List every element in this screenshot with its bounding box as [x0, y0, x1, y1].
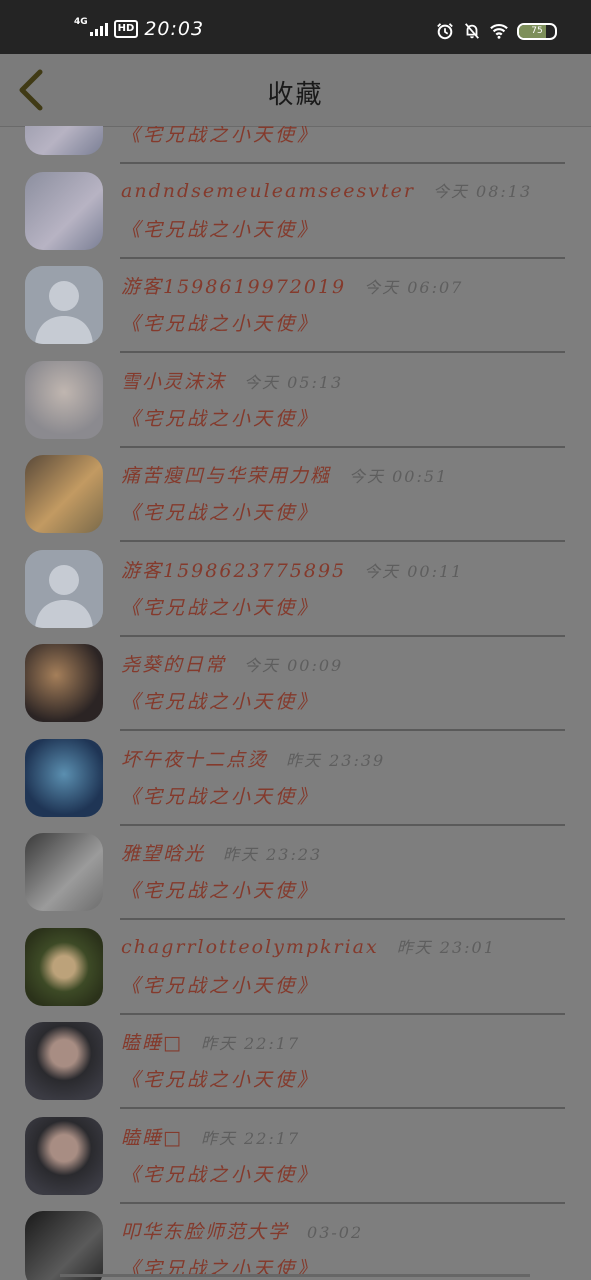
avatar[interactable] — [25, 644, 103, 722]
book-title-link[interactable]: 《宅兄战之小天使》 — [121, 498, 319, 525]
timestamp: 今天 00:51 — [349, 467, 449, 486]
book-title-link[interactable]: 《宅兄战之小天使》 — [121, 1065, 319, 1092]
item-header: 叩华东脸师范大学 03-02 — [121, 1217, 363, 1244]
list-item[interactable]: 瞌睡□ 昨天 22:17 《宅兄战之小天使》 — [0, 1102, 591, 1204]
list-item[interactable]: 尧葵的日常 今天 00:09 《宅兄战之小天使》 — [0, 629, 591, 731]
battery-level: 75 — [531, 25, 543, 36]
battery-icon: 75 — [517, 22, 557, 40]
book-title-link[interactable]: 《宅兄战之小天使》 — [121, 404, 319, 431]
book-title-link[interactable]: 《宅兄战之小天使》 — [121, 215, 319, 242]
timestamp: 03-02 — [307, 1223, 364, 1242]
timestamp: 今天 05:13 — [244, 372, 344, 392]
list-item[interactable]: chagrrlotteolympkriax 昨天 23:01 《宅兄战之小天使》 — [0, 913, 591, 1015]
item-header: 瞌睡□ 昨天 22:17 — [121, 1123, 300, 1150]
timestamp: 昨天 22:17 — [200, 1128, 301, 1148]
book-title-link[interactable]: 《宅兄战之小天使》 — [121, 309, 319, 336]
avatar[interactable] — [25, 1022, 103, 1100]
username[interactable]: andndsemeuleamseesvter — [121, 180, 415, 202]
network-type: 4G — [74, 17, 88, 27]
timestamp: 今天 08:13 — [432, 181, 533, 201]
alarm-icon — [437, 23, 453, 40]
item-header: 雅望晗光 昨天 23:23 — [121, 839, 322, 866]
book-title-link[interactable]: 《宅兄战之小天使》 — [121, 876, 319, 903]
timestamp: 昨天 23:23 — [223, 845, 323, 864]
status-right: 75 — [436, 22, 557, 40]
timestamp: 今天 00:11 — [364, 561, 464, 581]
screen: 4G HD 20:03 75 收藏 《宅兄战之小天使》 andndsemeule… — [0, 0, 591, 1280]
page-title: 收藏 — [267, 80, 324, 110]
list-item[interactable]: 雪小灵沫沫 今天 05:13 《宅兄战之小天使》 — [0, 346, 591, 448]
username[interactable]: 坏午夜十二点烫 — [121, 749, 268, 771]
avatar[interactable] — [25, 455, 103, 533]
app-header: 收藏 — [0, 54, 591, 127]
book-title-link[interactable]: 《宅兄战之小天使》 — [121, 687, 319, 714]
timestamp: 昨天 22:17 — [200, 1034, 301, 1053]
item-header: 坏午夜十二点烫 昨天 23:39 — [121, 745, 385, 772]
timestamp: 今天 06:07 — [364, 278, 464, 297]
wifi-icon — [490, 24, 508, 39]
timestamp: 昨天 23:01 — [396, 937, 496, 957]
item-header: 游客1598619972019 今天 06:07 — [121, 272, 463, 299]
username[interactable]: 游客1598623775895 — [121, 560, 346, 582]
status-bar: 4G HD 20:03 75 — [0, 0, 591, 54]
list-item[interactable]: 叩华东脸师范大学 03-02 《宅兄战之小天使》 — [0, 1196, 591, 1280]
status-left: 4G HD 20:03 — [74, 17, 205, 40]
timestamp: 今天 00:09 — [244, 656, 344, 675]
scroll-indicator — [60, 1274, 530, 1277]
username[interactable]: 雅望晗光 — [121, 843, 205, 865]
item-header: chagrrlotteolympkriax 昨天 23:01 — [121, 934, 496, 958]
avatar[interactable] — [25, 266, 103, 344]
avatar[interactable] — [25, 126, 103, 155]
book-title-link[interactable]: 《宅兄战之小天使》 — [121, 971, 319, 998]
book-title-link[interactable]: 《宅兄战之小天使》 — [121, 593, 319, 620]
item-header: 尧葵的日常 今天 00:09 — [121, 650, 343, 677]
timestamp: 昨天 23:39 — [286, 750, 386, 770]
username[interactable]: 叩华东脸师范大学 — [121, 1221, 289, 1243]
book-title-link[interactable]: 《宅兄战之小天使》 — [121, 782, 319, 809]
signal-icon — [89, 22, 108, 36]
book-title-link[interactable]: 《宅兄战之小天使》 — [121, 126, 319, 147]
default-user-icon — [25, 266, 103, 344]
list-item[interactable]: andndsemeuleamseesvter 今天 08:13 《宅兄战之小天使》 — [0, 157, 591, 259]
item-header: 瞌睡□ 昨天 22:17 — [121, 1028, 300, 1055]
list-item[interactable]: 痛苦瘦凹与华荣用力糨 今天 00:51 《宅兄战之小天使》 — [0, 440, 591, 542]
item-header: 雪小灵沫沫 今天 05:13 — [121, 367, 343, 394]
list-item[interactable]: 游客1598619972019 今天 06:07 《宅兄战之小天使》 — [0, 251, 591, 353]
username[interactable]: 雪小灵沫沫 — [121, 371, 226, 393]
avatar[interactable] — [25, 171, 103, 250]
hd-badge: HD — [113, 20, 139, 38]
username[interactable]: 痛苦瘦凹与华荣用力糨 — [121, 465, 331, 487]
status-time: 20:03 — [144, 18, 205, 40]
list-item[interactable]: 雅望晗光 昨天 23:23 《宅兄战之小天使》 — [0, 818, 591, 920]
avatar[interactable] — [25, 1211, 103, 1280]
username[interactable]: chagrrlotteolympkriax — [121, 936, 379, 958]
username[interactable]: 瞌睡□ — [121, 1127, 183, 1149]
item-header: 痛苦瘦凹与华荣用力糨 今天 00:51 — [121, 461, 448, 488]
item-header: 游客1598623775895 今天 00:11 — [121, 556, 463, 583]
list-item[interactable]: 坏午夜十二点烫 昨天 23:39 《宅兄战之小天使》 — [0, 724, 591, 826]
username[interactable]: 尧葵的日常 — [121, 654, 226, 676]
avatar[interactable] — [25, 360, 103, 439]
list-item[interactable]: 《宅兄战之小天使》 — [0, 126, 591, 164]
favorites-list[interactable]: 《宅兄战之小天使》 andndsemeuleamseesvter 今天 08:13 《… — [0, 126, 591, 1280]
item-header: andndsemeuleamseesvter 今天 08:13 — [121, 178, 532, 202]
username[interactable]: 瞌睡□ — [121, 1032, 183, 1054]
book-title-link[interactable]: 《宅兄战之小天使》 — [121, 1160, 319, 1187]
list-item[interactable]: 瞌睡□ 昨天 22:17 《宅兄战之小天使》 — [0, 1007, 591, 1109]
avatar[interactable] — [25, 549, 103, 628]
list-item[interactable]: 游客1598623775895 今天 00:11 《宅兄战之小天使》 — [0, 535, 591, 637]
avatar[interactable] — [25, 833, 103, 911]
mute-bell-icon — [465, 23, 479, 39]
avatar[interactable] — [25, 927, 103, 1006]
default-user-icon — [25, 549, 103, 628]
username[interactable]: 游客1598619972019 — [121, 276, 346, 298]
avatar[interactable] — [25, 738, 103, 817]
avatar[interactable] — [25, 1116, 103, 1195]
